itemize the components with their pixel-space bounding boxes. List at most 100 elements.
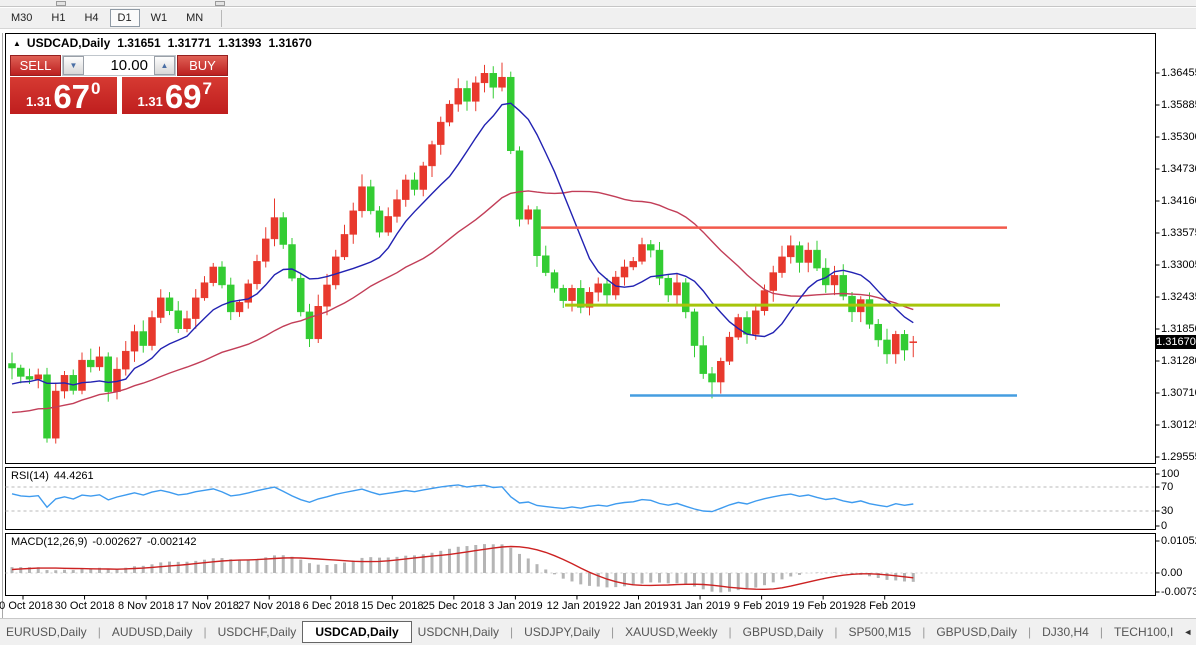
timeframe-button-h1[interactable]: H1 (43, 9, 73, 27)
symbol-tab-dj30[interactable]: DJ30,H4 (1036, 622, 1095, 642)
date-axis-label: 27 Nov 2018 (237, 600, 301, 612)
tab-separator: | (922, 625, 926, 639)
timeframe-button-h4[interactable]: H4 (76, 9, 106, 27)
volume-decrease-icon[interactable]: ▼ (63, 56, 84, 75)
price-axis-label: 1.31280 (1161, 355, 1196, 367)
buy-price-pip: 7 (202, 79, 212, 98)
rsi-name: RSI(14) (11, 470, 49, 482)
date-axis-label: 6 Dec 2018 (302, 600, 359, 612)
symbol-tab-usdcad-active[interactable]: USDCAD,Daily (302, 621, 412, 643)
chart-symbol-period: USDCAD,Daily (26, 36, 111, 50)
price-axis-label: 1.35300 (1161, 131, 1196, 143)
tab-separator: | (97, 625, 101, 639)
macd-signal-value: -0.002142 (146, 536, 197, 548)
symbol-tab-usdcnh[interactable]: USDCNH,Daily (412, 622, 505, 642)
tab-separator: | (1099, 625, 1103, 639)
sell-price-prefix: 1.31 (26, 94, 52, 109)
rsi-axis-label: 70 (1161, 481, 1174, 493)
price-axis-label: 1.33575 (1161, 227, 1196, 239)
buy-price-box[interactable]: 1.31 69 7 (121, 77, 228, 115)
date-axis-label: 25 Dec 2018 (422, 600, 486, 612)
price-axis-label: 1.34160 (1161, 195, 1196, 207)
date-axis-label: 22 Jan 2019 (608, 600, 669, 612)
symbol-tab-usdjpy[interactable]: USDJPY,Daily (518, 622, 606, 642)
tab-separator: | (1028, 625, 1032, 639)
macd-value: -0.002627 (92, 536, 142, 548)
timeframe-button-m30[interactable]: M30 (3, 9, 40, 27)
price-axis-label: 1.36455 (1161, 67, 1196, 79)
rsi-pane[interactable] (5, 467, 1156, 530)
chart-title: ▲ USDCAD,Daily 1.31651 1.31771 1.31393 1… (13, 36, 312, 50)
tab-scroll-left-icon[interactable]: ◄ (1179, 625, 1196, 639)
rsi-axis-label: 100 (1161, 468, 1180, 480)
chart-client-area[interactable]: ▲ USDCAD,Daily 1.31651 1.31771 1.31393 1… (0, 30, 1196, 618)
symbol-tab-tech100[interactable]: TECH100,I (1108, 622, 1179, 642)
date-axis-label: 17 Nov 2018 (176, 600, 239, 612)
price-axis-label: 1.30710 (1161, 387, 1196, 399)
symbol-tab-usdchf[interactable]: USDCHF,Daily (212, 622, 303, 642)
tab-separator: | (728, 625, 732, 639)
volume-spinbox: ▼ ▲ (62, 55, 176, 76)
rsi-axis-label: 30 (1161, 505, 1174, 517)
price-axis-label: 1.30125 (1161, 419, 1196, 431)
top-toolbar-remnant (0, 0, 1196, 7)
volume-increase-icon[interactable]: ▲ (154, 56, 175, 75)
date-axis-label: 9 Feb 2019 (733, 600, 790, 612)
volume-input[interactable] (84, 56, 154, 75)
one-click-trading-panel: SELL ▼ ▲ BUY 1.31 67 0 1.31 69 7 (10, 55, 228, 114)
buy-button[interactable]: BUY (177, 55, 228, 76)
price-axis-label: 1.32435 (1161, 291, 1196, 303)
symbol-tab-xauusd[interactable]: XAUUSD,Weekly (619, 622, 723, 642)
date-axis-label: 31 Jan 2019 (669, 600, 731, 612)
window-frame-edge (2, 33, 3, 618)
buy-price-prefix: 1.31 (137, 94, 163, 109)
timeframe-button-d1[interactable]: D1 (109, 9, 140, 27)
ohlc-high: 1.31771 (167, 36, 212, 50)
macd-axis-label: 0.010525 (1161, 535, 1196, 547)
ohlc-open: 1.31651 (117, 36, 161, 50)
sell-price-main: 67 (53, 78, 91, 115)
date-axis-label: 30 Oct 2018 (54, 600, 115, 612)
date-axis-label: 8 Nov 2018 (117, 600, 175, 612)
symbol-tab-eurusd[interactable]: EURUSD,Daily (0, 622, 93, 642)
date-axis-label: 20 Oct 2018 (0, 600, 53, 612)
macd-axis-label: 0.00 (1161, 567, 1183, 579)
price-axis-label: 1.34730 (1161, 163, 1196, 175)
symbol-tab-bar: EURUSD,Daily | AUDUSD,Daily | USDCHF,Daily US… (0, 618, 1196, 645)
price-axis-label: 1.31850 (1161, 323, 1196, 335)
symbol-tab-gbpusd[interactable]: GBPUSD,Daily (930, 622, 1023, 642)
date-axis-label: 28 Feb 2019 (853, 600, 916, 612)
price-axis-label: 1.29555 (1161, 451, 1196, 463)
symbol-tab-gbpusd[interactable]: GBPUSD,Daily (737, 622, 830, 642)
current-price-tag: 1.31670 (1156, 334, 1196, 349)
ohlc-low: 1.31393 (218, 36, 262, 50)
price-axis-label: 1.33005 (1161, 259, 1196, 271)
terminal-window: M30 H1 H4 D1 W1 MN ▲ USDCAD,Daily 1.31651 1.3… (0, 0, 1196, 645)
symbol-tab-sp500[interactable]: SP500,M15 (842, 622, 917, 642)
macd-axis-label: -0.0073 (1161, 586, 1196, 598)
macd-name: MACD(12,26,9) (11, 536, 88, 548)
ohlc-close: 1.31670 (268, 36, 312, 50)
toolbar-notch (56, 1, 66, 6)
toolbar-separator (221, 9, 223, 27)
symbol-tab-audusd[interactable]: AUDUSD,Daily (106, 622, 199, 642)
collapse-triangle-icon[interactable]: ▲ (13, 39, 21, 48)
sell-button[interactable]: SELL (10, 55, 61, 76)
rsi-indicator-label: RSI(14) 44.4261 (11, 470, 99, 482)
buy-price-main: 69 (164, 78, 202, 115)
date-axis-label: 12 Jan 2019 (546, 600, 608, 612)
timeframe-toolbar: M30 H1 H4 D1 W1 MN (0, 8, 1196, 29)
timeframe-button-w1[interactable]: W1 (143, 9, 176, 27)
timeframe-button-mn[interactable]: MN (178, 9, 211, 27)
toolbar-notch (215, 1, 225, 6)
price-axis-label: 1.35885 (1161, 99, 1196, 111)
date-axis-label: 15 Dec 2018 (361, 600, 424, 612)
tab-separator: | (510, 625, 514, 639)
date-axis-label: 19 Feb 2019 (792, 600, 855, 612)
tab-scroll-buttons: ◄ ► (1179, 625, 1196, 639)
sell-price-pip: 0 (91, 79, 101, 98)
date-axis-label: 3 Jan 2019 (488, 600, 543, 612)
macd-indicator-label: MACD(12,26,9) -0.002627 -0.002142 (11, 536, 202, 548)
rsi-value: 44.4261 (53, 470, 94, 482)
sell-price-box[interactable]: 1.31 67 0 (10, 77, 117, 114)
